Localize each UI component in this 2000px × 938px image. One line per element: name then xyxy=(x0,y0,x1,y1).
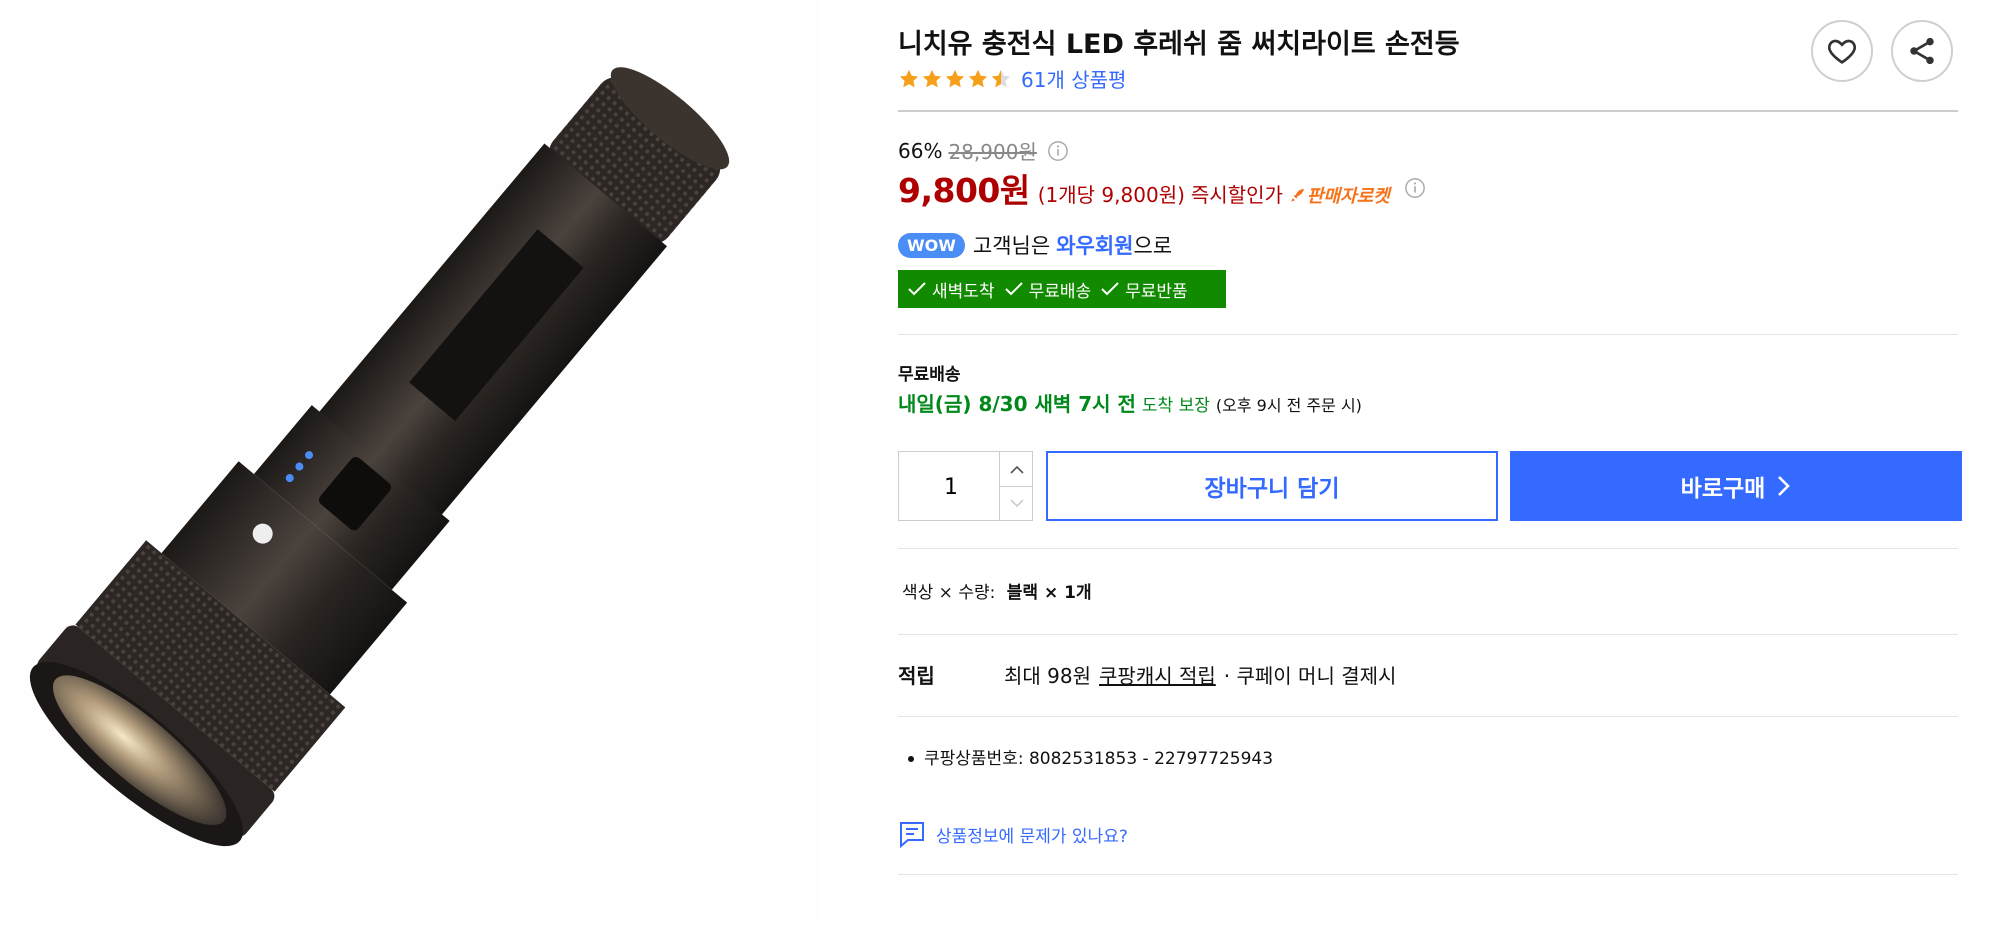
benefit-badges: 새벽도착 무료배송 무료반품 xyxy=(898,270,1226,308)
star-icon xyxy=(922,69,942,87)
quantity-stepper xyxy=(898,451,1033,522)
wow-text-after: 으로 xyxy=(1133,234,1173,258)
reward-line: 적립 최대 98원 쿠팡캐시 적립 · 쿠페이 머니 결제시 xyxy=(898,660,1396,689)
divider xyxy=(898,334,1958,335)
shipping-line: 내일(금) 8/30 새벽 7시 전 도착 보장 (오후 9시 전 주문 시) xyxy=(898,388,1362,417)
divider xyxy=(898,110,1958,112)
reward-text-before: 최대 98원 xyxy=(1004,664,1092,688)
shipping-guarantee: 도착 보장 xyxy=(1141,396,1210,416)
shipping-condition: (오후 9시 전 주문 시) xyxy=(1215,396,1362,415)
shipping-date: 내일(금) 8/30 새벽 7시 전 xyxy=(898,392,1136,416)
wow-text-before: 고객님은 xyxy=(972,234,1051,258)
review-count-link[interactable]: 61개 상품평 xyxy=(1021,64,1126,93)
buy-now-label: 바로구매 xyxy=(1680,476,1766,502)
benefit-label: 새벽도착 xyxy=(932,281,995,302)
flashlight-image xyxy=(29,67,730,847)
chat-icon xyxy=(900,822,924,848)
info-icon[interactable] xyxy=(1404,177,1426,199)
star-icon xyxy=(899,69,919,87)
add-to-cart-button[interactable]: 장바구니 담기 xyxy=(1046,451,1498,521)
star-half-icon xyxy=(991,69,1011,87)
selected-option: 색상 × 수량: 블랙 × 1개 xyxy=(902,578,1092,603)
chevron-up-icon xyxy=(1009,465,1024,474)
info-icon[interactable] xyxy=(1047,140,1069,162)
rating: 61개 상품평 xyxy=(898,64,1126,93)
benefit-label: 무료반품 xyxy=(1125,281,1188,302)
report-link[interactable]: 상품정보에 문제가 있나요? xyxy=(898,820,1128,848)
chevron-down-icon xyxy=(1009,498,1024,507)
original-price: 28,900원 xyxy=(948,140,1037,164)
divider xyxy=(898,548,1958,549)
check-icon xyxy=(1004,282,1023,296)
buy-now-button[interactable]: 바로구매 xyxy=(1510,451,1962,521)
report-label: 상품정보에 문제가 있나요? xyxy=(936,826,1128,847)
share-icon xyxy=(1910,37,1934,65)
heart-icon xyxy=(1828,39,1856,64)
product-title: 니치유 충전식 LED 후레쉬 줌 써치라이트 손전등 xyxy=(898,29,1460,60)
star-icon xyxy=(945,69,965,87)
product-image xyxy=(0,0,820,920)
star-icon xyxy=(968,69,988,87)
quantity-increase-button[interactable] xyxy=(999,452,1033,487)
sale-price: 9,800원 xyxy=(898,171,1030,210)
option-label: 색상 × 수량: xyxy=(902,583,996,603)
reward-text-after: · 쿠페이 머니 결제시 xyxy=(1223,664,1397,688)
rocket-icon xyxy=(1291,189,1304,202)
rocket-label: 판매자로켓 xyxy=(1306,186,1390,207)
discount-line: 66% 28,900원 xyxy=(898,136,1069,165)
share-button[interactable] xyxy=(1891,20,1953,82)
rocket-badge: 판매자로켓 xyxy=(1289,182,1390,208)
benefit-item: 새벽도착 xyxy=(908,277,995,302)
benefit-item: 무료반품 xyxy=(1101,277,1188,302)
quantity-decrease-button[interactable] xyxy=(999,486,1033,520)
wow-badge: WOW xyxy=(898,232,965,258)
unit-price: (1개당 9,800원) xyxy=(1037,183,1185,207)
add-to-cart-label: 장바구니 담기 xyxy=(1204,476,1340,502)
favorite-button[interactable] xyxy=(1811,20,1873,82)
product-number: 쿠팡상품번호: 8082531853 - 22797725943 xyxy=(908,744,1273,769)
discount-rate: 66% xyxy=(898,138,943,163)
check-icon xyxy=(908,282,926,296)
quantity-input[interactable] xyxy=(899,452,1003,522)
product-number-text: 쿠팡상품번호: 8082531853 - 22797725943 xyxy=(924,749,1274,769)
divider xyxy=(898,874,1958,875)
instant-discount-label: 즉시할인가 xyxy=(1190,183,1283,207)
price-line: 9,800원 (1개당 9,800원) 즉시할인가 판매자로켓 xyxy=(898,164,1426,212)
option-value: 블랙 × 1개 xyxy=(1006,583,1092,603)
shipping-title: 무료배송 xyxy=(898,365,961,385)
chevron-right-icon xyxy=(1778,476,1791,496)
bullet xyxy=(908,756,914,762)
coupang-cash-link[interactable]: 쿠팡캐시 적립 xyxy=(1099,660,1216,689)
divider xyxy=(898,716,1958,717)
wow-member-label: 와우회원 xyxy=(1056,234,1134,258)
benefit-label: 무료배송 xyxy=(1028,281,1092,302)
benefit-item: 무료배송 xyxy=(1004,277,1092,302)
check-icon xyxy=(1101,282,1119,296)
rating-stars xyxy=(898,68,1013,90)
reward-label: 적립 xyxy=(898,664,935,688)
divider xyxy=(898,634,1958,635)
wow-line: WOW 고객님은 와우회원 으로 xyxy=(898,230,1172,260)
